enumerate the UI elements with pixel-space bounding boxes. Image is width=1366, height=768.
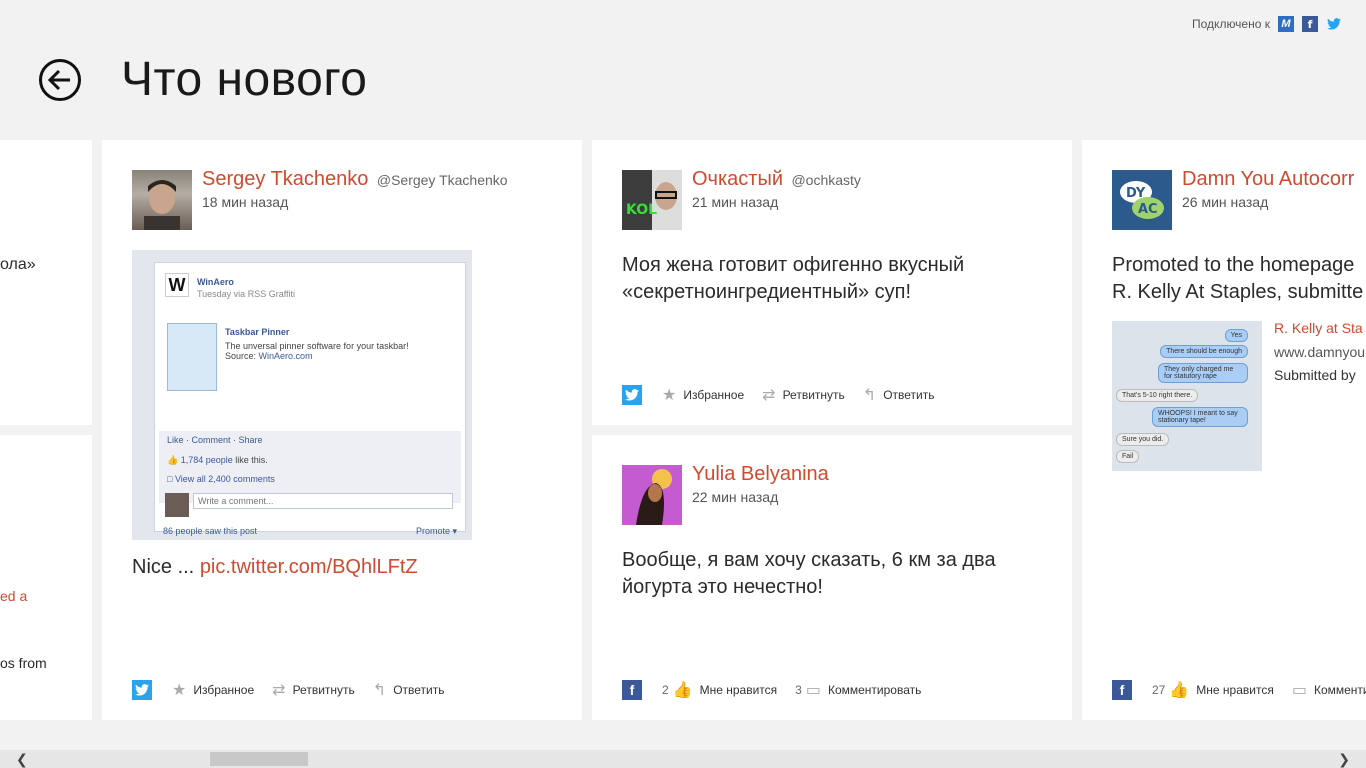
author-name[interactable]: Очкастый xyxy=(692,168,783,190)
twitter-logo-icon xyxy=(132,680,152,700)
partial-card-left-top[interactable]: ола» xyxy=(0,140,92,425)
retweet-icon: ⇄ xyxy=(272,682,286,699)
post-text: Promoted to the homepage R. Kelly At Sta… xyxy=(1112,254,1364,303)
likes-count: 27 xyxy=(1152,683,1166,697)
author-name[interactable]: Damn You Autocorr xyxy=(1182,168,1354,190)
post-card[interactable]: KOL Очкастый @ochkasty 21 мин назад Моя … xyxy=(592,140,1072,425)
fb-likes: 👍 1,784 people like this. xyxy=(167,455,268,465)
fb-post-source: Source: WinAero.com xyxy=(225,351,313,361)
retweet-button[interactable]: ⇄ Ретвитнуть xyxy=(762,385,845,405)
comment-button[interactable]: ▭ Комментировать xyxy=(806,680,922,700)
twitter-logo-icon xyxy=(622,385,642,405)
post-text: Nice ... pic.twitter.com/BQhlLFtZ xyxy=(132,556,418,578)
facebook-logo-icon: f xyxy=(622,680,642,700)
link-sub: Submitted by xyxy=(1274,367,1356,383)
facebook-logo-icon: f xyxy=(1112,680,1132,700)
page-title: Что нового xyxy=(121,53,368,106)
thumbs-up-icon: 👍 xyxy=(672,682,693,699)
back-arrow-icon xyxy=(48,69,70,91)
scrollbar-thumb[interactable] xyxy=(210,752,308,766)
like-button[interactable]: 👍 Мне нравится xyxy=(1169,680,1273,700)
post-time: 26 мин назад xyxy=(1182,194,1269,210)
fb-actions: Like · Comment · Share xyxy=(167,435,263,445)
post-actions: ★ Избранное ⇄ Ретвитнуть ↰ Ответить xyxy=(132,680,462,700)
fb-commenter-avatar xyxy=(165,493,189,517)
post-text: Моя жена готовит офигенно вкусный «секре… xyxy=(622,254,965,303)
post-card[interactable]: Sergey Tkachenko @Sergey Tkachenko 18 ми… xyxy=(102,140,582,720)
author-name[interactable]: Yulia Belyanina xyxy=(692,463,829,485)
post-actions: f 2 👍 Мне нравится 3 ▭ Комментировать xyxy=(622,680,939,700)
post-card[interactable]: Yulia Belyanina 22 мин назад Вообще, я в… xyxy=(592,435,1072,720)
fb-page-sub: Tuesday via RSS Graffiti xyxy=(197,289,296,299)
comments-count: 3 xyxy=(795,683,802,697)
connected-services: Подключено к M f xyxy=(1192,16,1342,32)
comment-icon: ▭ xyxy=(1291,682,1307,699)
fb-seen: 86 people saw this post xyxy=(163,526,258,536)
thumbs-up-icon: 👍 xyxy=(1169,682,1190,699)
author-name[interactable]: Sergey Tkachenko xyxy=(202,168,368,190)
twitter-service-icon[interactable] xyxy=(1326,16,1342,32)
reply-icon: ↰ xyxy=(862,387,877,404)
retweet-button[interactable]: ⇄ Ретвитнуть xyxy=(272,680,355,700)
pinner-thumbnail xyxy=(167,323,217,391)
fb-post-title: Taskbar Pinner xyxy=(225,327,290,337)
metro-service-icon[interactable]: M xyxy=(1278,16,1294,32)
attached-image[interactable]: Yes There should be enough They only cha… xyxy=(1112,321,1262,471)
facebook-service-icon[interactable]: f xyxy=(1302,16,1318,32)
post-actions: ★ Избранное ⇄ Ретвитнуть ↰ Ответить xyxy=(622,385,952,405)
fb-comments: □ View all 2,400 comments xyxy=(167,474,275,484)
connected-label: Подключено к xyxy=(1192,17,1270,31)
favorite-button[interactable]: ★ Избранное xyxy=(172,680,254,700)
attached-image[interactable]: W WinAero Tuesday via RSS Graffiti Taskb… xyxy=(132,250,472,540)
retweet-icon: ⇄ xyxy=(762,387,776,404)
link-title[interactable]: R. Kelly at Sta xyxy=(1274,320,1363,336)
comment-icon: ▭ xyxy=(805,682,821,699)
comment-button[interactable]: ▭Комментир xyxy=(1292,680,1366,700)
reply-button[interactable]: ↰ Ответить xyxy=(373,680,445,700)
reply-button[interactable]: ↰ Ответить xyxy=(863,385,935,405)
star-icon: ★ xyxy=(662,387,677,404)
partial-card-left-bottom[interactable]: ed a os from xyxy=(0,435,92,720)
post-header: Sergey Tkachenko @Sergey Tkachenko xyxy=(202,168,508,191)
winaero-logo-icon: W xyxy=(165,273,189,297)
author-handle: @Sergey Tkachenko xyxy=(376,172,508,188)
svg-text:DY: DY xyxy=(1126,186,1146,201)
post-header: Очкастый @ochkasty xyxy=(692,168,861,191)
avatar[interactable] xyxy=(132,170,192,230)
horizontal-scrollbar[interactable]: ❮ ❯ xyxy=(0,750,1366,768)
likes-count: 2 xyxy=(662,683,669,697)
post-time: 21 мин назад xyxy=(692,194,779,210)
partial-text: os from xyxy=(0,655,47,671)
star-icon: ★ xyxy=(172,682,187,699)
back-button[interactable] xyxy=(39,59,81,101)
post-link[interactable]: pic.twitter.com/BQhlLFtZ xyxy=(200,556,418,578)
post-header: Yulia Belyanina xyxy=(692,463,829,486)
scroll-right-icon[interactable]: ❯ xyxy=(1338,751,1350,768)
avatar[interactable] xyxy=(622,465,682,525)
avatar[interactable]: KOL xyxy=(622,170,682,230)
like-button[interactable]: 👍 Мне нравится xyxy=(673,680,777,700)
post-text: Вообще, я вам хочу сказать, 6 км за два … xyxy=(622,549,996,598)
partial-text: ола» xyxy=(0,256,36,273)
fb-promote: Promote ▾ xyxy=(415,526,457,536)
fb-write-comment: Write a comment... xyxy=(193,493,453,509)
scroll-left-icon[interactable]: ❮ xyxy=(16,751,28,768)
post-actions: f 27 👍Мне нравится ▭Комментир xyxy=(1112,680,1366,700)
svg-text:KOL: KOL xyxy=(626,202,657,218)
avatar[interactable]: DY AC xyxy=(1112,170,1172,230)
post-time: 18 мин назад xyxy=(202,194,289,210)
svg-text:AC: AC xyxy=(1138,202,1158,217)
post-header: Damn You Autocorr xyxy=(1182,168,1354,191)
author-handle: @ochkasty xyxy=(791,172,861,188)
favorite-button[interactable]: ★ Избранное xyxy=(662,385,744,405)
fb-page-name: WinAero xyxy=(197,277,234,287)
post-card[interactable]: DY AC Damn You Autocorr 26 мин назад Prom… xyxy=(1082,140,1366,720)
partial-text: ed a xyxy=(0,588,28,604)
reply-icon: ↰ xyxy=(372,682,387,699)
post-time: 22 мин назад xyxy=(692,489,779,505)
link-url: www.damnyou xyxy=(1274,344,1366,360)
fb-post-desc: The unversal pinner software for your ta… xyxy=(225,341,409,351)
facebook-post-screenshot: W WinAero Tuesday via RSS Graffiti Taskb… xyxy=(154,262,466,536)
